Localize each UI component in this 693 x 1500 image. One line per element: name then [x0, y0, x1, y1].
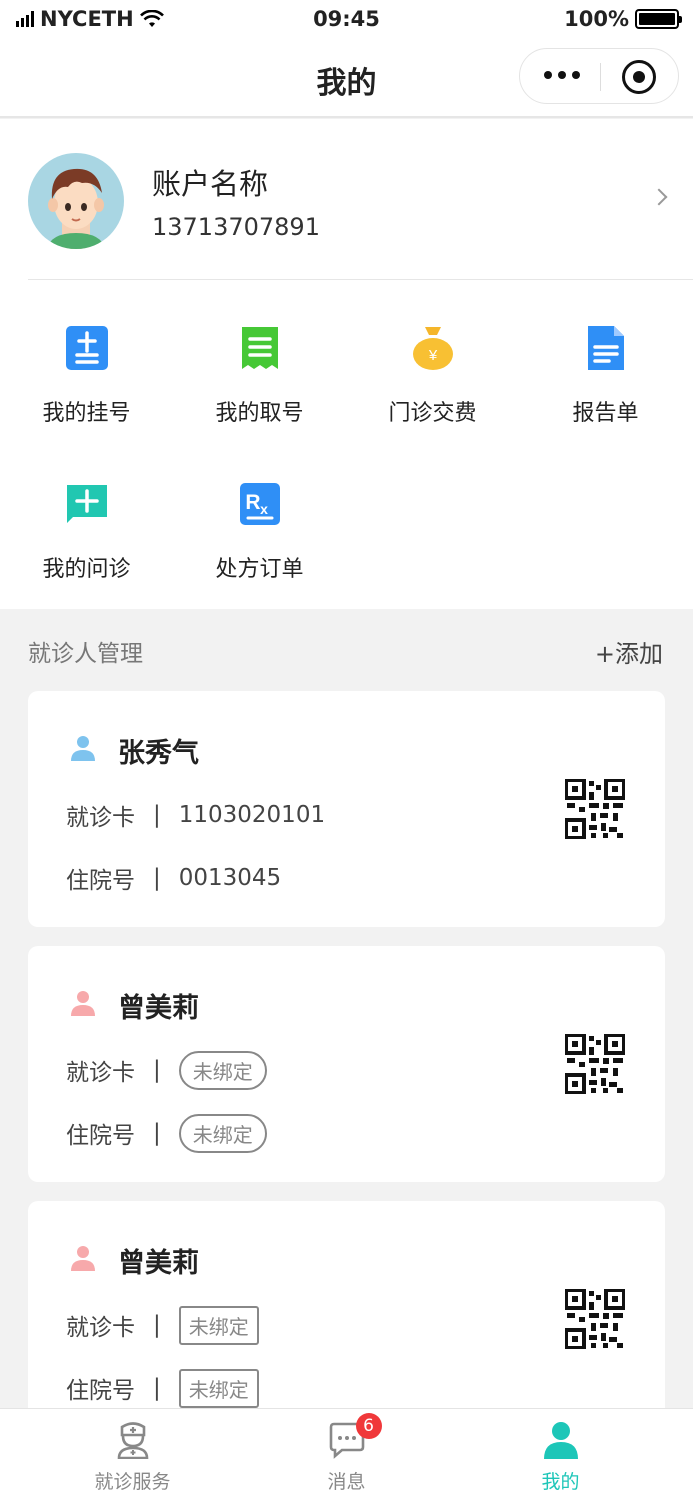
patient-section-title: 就诊人管理: [28, 641, 143, 667]
hospital-row: 住院号 | 未绑定: [66, 1368, 259, 1408]
card-number: 1103020101: [178, 802, 326, 828]
tab-label: 我的: [541, 1471, 580, 1493]
nav-bar: 我的: [0, 40, 693, 118]
row-separator: |: [153, 1312, 161, 1338]
unbound-tag[interactable]: 未绑定: [178, 1305, 259, 1345]
hospital-label: 住院号: [66, 1378, 135, 1404]
svg-text:x: x: [260, 501, 268, 517]
row-separator: |: [153, 1375, 161, 1401]
card-row: 就诊卡 | 未绑定: [66, 1305, 259, 1345]
qr-code-icon[interactable]: [565, 1289, 625, 1349]
card-label: 就诊卡: [66, 1060, 135, 1086]
person-icon: [71, 991, 95, 1016]
hospital-row: 住院号 | 未绑定: [66, 1113, 267, 1153]
func-my-registration[interactable]: 我的挂号: [0, 325, 173, 427]
message-icon: 6: [328, 1413, 382, 1459]
patient-card[interactable]: 张秀气 就诊卡 | 1103020101 住院号 | 0013045: [28, 691, 665, 927]
queue-ticket-icon: [238, 325, 282, 371]
chevron-right-icon[interactable]: [650, 188, 668, 206]
func-outpatient-payment[interactable]: ¥ 门诊交费: [346, 325, 519, 427]
tab-label: 就诊服务: [94, 1471, 171, 1493]
card-row: 就诊卡 | 1103020101: [66, 795, 325, 835]
person-icon: [71, 1246, 95, 1271]
tab-mine[interactable]: 我的: [445, 1409, 676, 1500]
close-target-icon[interactable]: [622, 60, 656, 94]
account-phone: 13713707891: [152, 213, 320, 241]
row-separator: |: [153, 1057, 161, 1083]
patient-card[interactable]: 曾美莉 就诊卡 | 未绑定 住院号 | 未绑定: [28, 1201, 665, 1421]
status-bar: NYCETH 09:45 100%: [0, 0, 693, 40]
avatar[interactable]: [28, 153, 124, 249]
tab-label: 消息: [327, 1471, 366, 1493]
qr-code-icon[interactable]: [565, 779, 625, 839]
capsule-divider: [600, 63, 601, 91]
func-label: 我的问诊: [42, 557, 131, 582]
consultation-icon: [65, 481, 109, 527]
func-reports[interactable]: 报告单: [519, 325, 692, 427]
patient-name: 张秀气: [118, 738, 199, 769]
more-icon[interactable]: [544, 71, 580, 79]
unbound-tag[interactable]: 未绑定: [178, 1368, 259, 1408]
row-separator: |: [153, 865, 161, 891]
unread-badge: 6: [355, 1413, 382, 1439]
hospital-label: 住院号: [66, 1123, 135, 1149]
hospital-label: 住院号: [66, 868, 135, 894]
mini-program-capsule: [519, 48, 679, 104]
func-my-queue-number[interactable]: 我的取号: [173, 325, 346, 427]
add-patient-button[interactable]: +添加: [595, 634, 663, 669]
patient-name: 曾美莉: [118, 993, 199, 1024]
money-bag-icon: ¥: [411, 325, 455, 371]
prescription-icon: Rx: [238, 481, 282, 527]
func-my-consultation[interactable]: 我的问诊: [0, 481, 173, 583]
report-icon: [584, 325, 628, 371]
card-row: 就诊卡 | 未绑定: [66, 1050, 267, 1090]
svg-text:R: R: [245, 491, 260, 514]
hospital-number: 0013045: [178, 865, 282, 891]
register-icon: [65, 325, 109, 371]
account-name[interactable]: 账户名称: [152, 161, 268, 203]
svg-text:¥: ¥: [427, 347, 437, 364]
person-icon: [542, 1421, 580, 1459]
func-prescription-orders[interactable]: Rx 处方订单: [173, 481, 346, 583]
card-label: 就诊卡: [66, 805, 135, 831]
func-label: 门诊交费: [388, 401, 477, 426]
row-separator: |: [153, 1120, 161, 1146]
person-icon: [71, 736, 95, 761]
profile-panel: 账户名称 13713707891 我的挂号 我的取号 ¥ 门诊交费 报告单 我的…: [0, 119, 693, 609]
unbound-tag[interactable]: 未绑定: [178, 1113, 267, 1153]
battery-percent: 100%: [564, 7, 629, 31]
battery-area: 100%: [564, 7, 682, 31]
nurse-icon: [114, 1421, 152, 1460]
hospital-row: 住院号 | 0013045: [66, 858, 281, 898]
tab-messages[interactable]: 6 消息: [231, 1409, 462, 1500]
func-label: 我的挂号: [42, 401, 131, 426]
func-label: 处方订单: [215, 557, 304, 582]
qr-code-icon[interactable]: [565, 1034, 625, 1094]
unbound-tag[interactable]: 未绑定: [178, 1050, 267, 1090]
card-label: 就诊卡: [66, 1315, 135, 1341]
patient-name: 曾美莉: [118, 1248, 199, 1279]
func-label: 报告单: [572, 401, 639, 426]
tab-bar: 就诊服务 6 消息 我的: [0, 1408, 693, 1500]
battery-icon: [635, 9, 682, 29]
patient-card[interactable]: 曾美莉 就诊卡 | 未绑定 住院号 | 未绑定: [28, 946, 665, 1182]
divider: [28, 279, 693, 280]
tab-medical-service[interactable]: 就诊服务: [17, 1409, 248, 1500]
func-label: 我的取号: [215, 401, 304, 426]
row-separator: |: [153, 802, 161, 828]
